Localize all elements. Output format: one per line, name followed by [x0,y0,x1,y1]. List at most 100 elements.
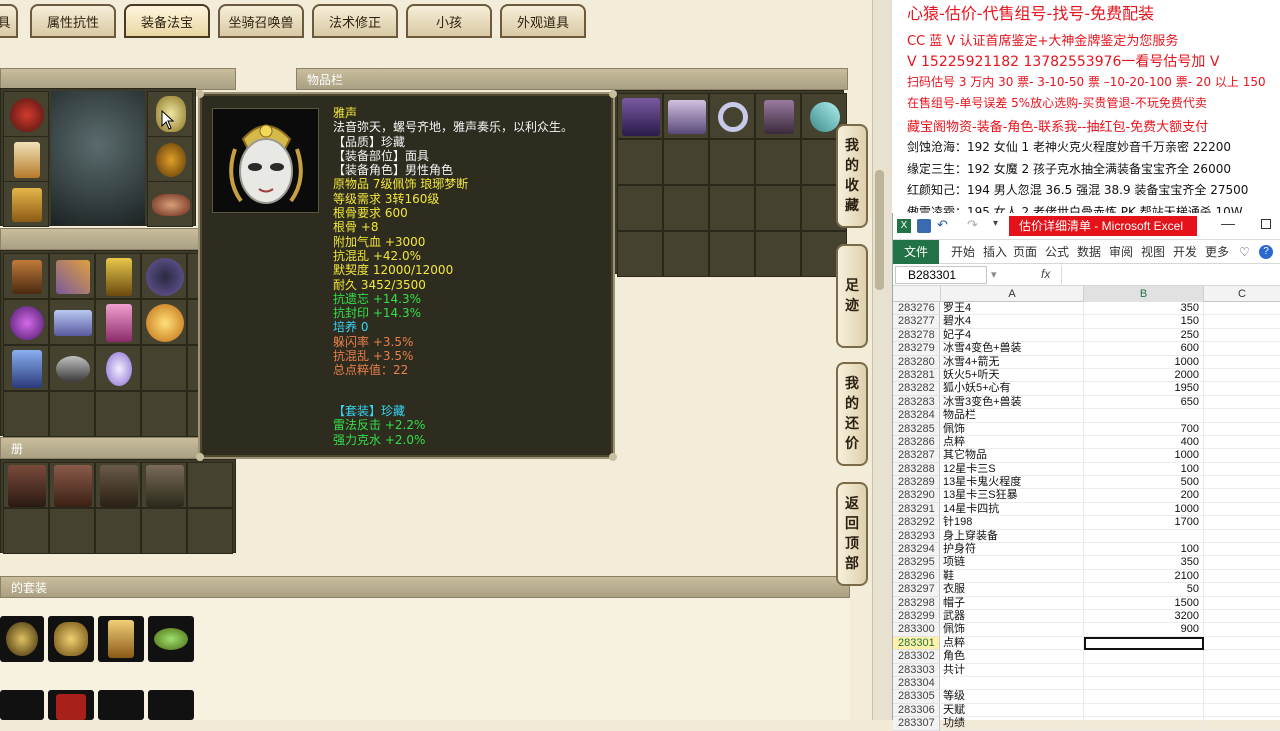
inv-cell[interactable] [141,253,187,299]
suit-item[interactable] [148,616,194,662]
inv-cell[interactable] [141,391,187,437]
inv-cell[interactable] [709,231,755,277]
row-number[interactable]: 283293 [893,529,940,544]
inv-cell[interactable] [755,185,801,231]
album-card[interactable] [187,508,233,554]
inv-cell[interactable] [49,299,95,345]
cell-c[interactable] [1204,664,1280,677]
cell-a[interactable]: 12星卡三S [941,462,1084,477]
row-number[interactable]: 283304 [893,676,940,691]
cell-b[interactable]: 350 [1084,556,1204,570]
cell-a[interactable]: 13星卡三S狂暴 [941,489,1084,503]
cell-a[interactable]: 角色 [941,650,1084,664]
row-number[interactable]: 283307 [893,717,940,731]
album-card[interactable] [95,508,141,554]
cell-c[interactable] [1204,556,1280,570]
ribbon-tab-insert[interactable]: 插入 [983,240,1007,264]
album-card[interactable] [49,462,95,508]
cell-b[interactable]: 1000 [1084,449,1204,463]
cell-c[interactable] [1204,329,1280,343]
cell-a[interactable]: 佩饰 [941,422,1084,436]
cell-c[interactable] [1204,704,1280,718]
help-icon[interactable]: ? [1259,245,1273,259]
tab-spell-mods[interactable]: 法术修正 [312,4,398,38]
album-card[interactable] [3,462,49,508]
suit-item[interactable] [148,690,194,720]
page-scrollbar[interactable] [872,0,885,720]
cell-b[interactable] [1084,717,1204,731]
cell-b[interactable]: 1950 [1084,382,1204,396]
cell-b[interactable]: 200 [1084,489,1204,503]
inv-cell[interactable] [617,185,663,231]
name-box[interactable]: B283301 [895,266,987,284]
ribbon-tab-formula[interactable]: 公式 [1045,240,1069,264]
inv-cell[interactable] [663,93,709,139]
row-number[interactable]: 283283 [893,395,940,410]
inv-cell[interactable] [95,253,141,299]
album-card[interactable] [141,462,187,508]
cell-c[interactable] [1204,436,1280,450]
inv-cell[interactable] [49,345,95,391]
scrollbar-thumb[interactable] [875,170,884,290]
cell-a[interactable]: 针198 [941,516,1084,530]
row-number[interactable]: 283286 [893,435,940,450]
inv-cell[interactable] [709,185,755,231]
cell-b[interactable]: 500 [1084,476,1204,490]
cell-b[interactable]: 50 [1084,583,1204,597]
cell-b[interactable]: 700 [1084,422,1204,436]
cell-a[interactable]: 物品栏 [941,409,1084,423]
my-favorites-button[interactable]: 我的收藏 [836,124,868,228]
file-tab[interactable]: 文件 [893,240,939,264]
cell-b[interactable] [1084,650,1204,664]
cell-c[interactable] [1204,489,1280,503]
cell-b[interactable]: 250 [1084,328,1204,343]
inv-cell[interactable] [95,345,141,391]
cell-a[interactable]: 衣服 [941,583,1084,597]
tab-0[interactable]: 具 [0,4,18,38]
cell-a[interactable]: 身上穿装备 [941,529,1084,544]
cell-c[interactable] [1204,570,1280,584]
suit-item[interactable] [48,690,94,720]
cell-a[interactable]: 罗王4 [941,302,1084,316]
heart-icon[interactable]: ♡ [1239,245,1250,259]
cell-c[interactable] [1204,369,1280,383]
cell-a[interactable]: 冰雪4+箭无 [941,355,1084,369]
cell-c[interactable] [1204,690,1280,704]
cell-b[interactable] [1084,690,1204,704]
row-number[interactable]: 283305 [893,690,940,704]
cell-a[interactable]: 帽子 [941,596,1084,610]
cell-a[interactable]: 点粹 [941,636,1084,651]
ribbon-tab-data[interactable]: 数据 [1077,240,1101,264]
cell-a[interactable]: 共计 [941,663,1084,677]
cell-c[interactable] [1204,409,1280,423]
album-card[interactable] [49,508,95,554]
row-number[interactable]: 283291 [893,502,940,517]
cell-a[interactable]: 碧水4 [941,315,1084,329]
row-number[interactable]: 283300 [893,623,940,637]
cell-c[interactable] [1204,516,1280,530]
cell-b[interactable]: 400 [1084,435,1204,450]
row-number[interactable]: 283301 [893,636,940,651]
row-number[interactable]: 283294 [893,543,940,557]
ribbon-tab-developer[interactable]: 开发 [1173,240,1197,264]
maximize-icon[interactable] [1261,219,1271,229]
cell-b[interactable] [1084,676,1204,691]
row-number[interactable]: 283303 [893,663,940,677]
suit-item[interactable] [0,616,44,662]
row-number[interactable]: 283295 [893,556,940,570]
cell-b[interactable]: 1000 [1084,355,1204,369]
row-number[interactable]: 283299 [893,609,940,624]
inv-cell[interactable] [141,299,187,345]
cell-c[interactable] [1204,597,1280,610]
column-header-a[interactable]: A [941,286,1084,302]
cell-c[interactable] [1204,315,1280,329]
album-card[interactable] [187,462,233,508]
namebox-dropdown-icon[interactable]: ▾ [991,268,997,281]
cell-b[interactable]: 150 [1084,315,1204,329]
inv-cell[interactable] [663,231,709,277]
row-number[interactable]: 283282 [893,382,940,396]
row-number[interactable]: 283297 [893,583,940,597]
tab-appearance[interactable]: 外观道具 [500,4,586,38]
inv-cell[interactable] [709,93,755,139]
cell-c[interactable] [1204,530,1280,544]
